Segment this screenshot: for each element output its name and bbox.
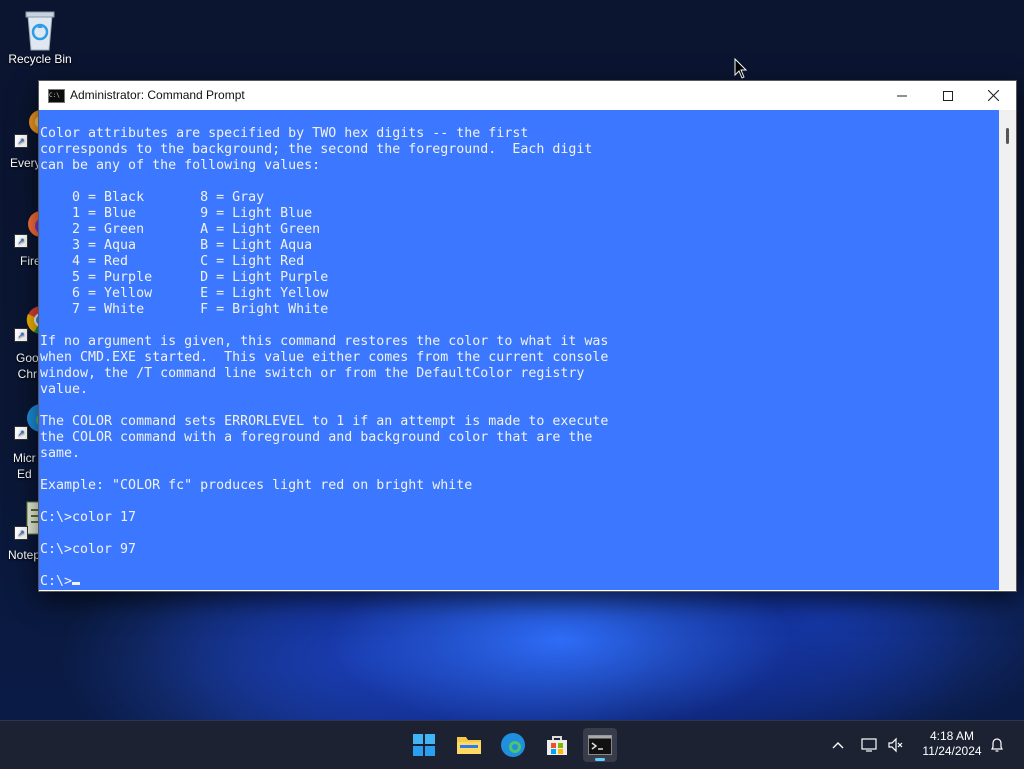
window-title: Administrator: Command Prompt [70, 88, 245, 102]
command-prompt-window[interactable]: C:\ Administrator: Command Prompt Color … [38, 80, 1017, 592]
console-line: when CMD.EXE started. This value either … [40, 350, 609, 365]
console-line: Example: "COLOR fc" produces light red o… [40, 478, 473, 493]
terminal-icon [588, 735, 612, 755]
desktop-icon-label: Micr Ed [13, 451, 36, 481]
volume-muted-icon [888, 737, 903, 753]
minimize-icon [897, 95, 907, 96]
shortcut-arrow-icon: ↗ [14, 426, 28, 440]
console-line: 4 = Red C = Light Red [40, 254, 305, 269]
taskbar-command-prompt[interactable] [583, 728, 617, 762]
desktop-icon-edge[interactable]: ↗ Micr Ed [0, 400, 55, 481]
desktop-icon-label: Every [10, 156, 41, 170]
active-app-indicator [595, 758, 605, 761]
desktop-icon-everything[interactable]: ↗ Every [0, 108, 53, 170]
console-line: If no argument is given, this command re… [40, 334, 609, 349]
clock-date: 11/24/2024 [922, 744, 982, 758]
console-line: C:\>color 17 [40, 510, 137, 525]
desktop-icon-label: Goo Chr [16, 351, 39, 381]
chevron-up-icon [832, 742, 844, 749]
terminal-icon: C:\ [48, 89, 65, 103]
shortcut-arrow-icon: ↗ [14, 134, 28, 148]
console-line: The COLOR command sets ERRORLEVEL to 1 i… [40, 414, 609, 429]
taskbar-microsoft-store[interactable] [540, 728, 574, 762]
console-line: 3 = Aqua B = Light Aqua [40, 238, 313, 253]
console-text: Color attributes are specified by TWO he… [40, 126, 608, 590]
close-button[interactable] [970, 81, 1016, 110]
desktop-icon-firefox[interactable]: ↗ Fire [0, 208, 54, 268]
desktop-icon-label: Recycle Bin [8, 52, 72, 66]
desktop-icon-label: Notep [8, 548, 41, 562]
scrollbar-thumb[interactable] [1006, 128, 1009, 144]
shortcut-arrow-icon: ↗ [14, 234, 28, 248]
network-button[interactable] [858, 721, 882, 769]
volume-button[interactable] [884, 721, 908, 769]
console-line: Color attributes are specified by TWO he… [40, 126, 529, 141]
notifications-button[interactable] [986, 721, 1008, 769]
show-hidden-icons-button[interactable] [826, 721, 850, 769]
console-line: window, the /T command line switch or fr… [40, 366, 585, 381]
recycle-bin-icon [20, 8, 60, 51]
desktop-icon-chrome[interactable]: ↗ Goo Chr [0, 302, 55, 381]
maximize-button[interactable] [925, 81, 971, 110]
console-line: corresponds to the background; the secon… [40, 142, 593, 157]
taskbar: 4:18 AM 11/24/2024 [0, 720, 1024, 769]
bell-icon [991, 738, 1003, 752]
vertical-scrollbar[interactable] [999, 110, 1016, 590]
console-line: can be any of the following values: [40, 158, 321, 173]
title-bar[interactable]: C:\ Administrator: Command Prompt [39, 81, 1016, 110]
console-line: 7 = White F = Bright White [40, 302, 329, 317]
mouse-cursor-icon [734, 58, 748, 79]
folder-icon [457, 737, 481, 754]
taskbar-clock[interactable]: 4:18 AM 11/24/2024 [912, 729, 992, 759]
console-line: same. [40, 446, 81, 461]
console-line: 5 = Purple D = Light Purple [40, 270, 329, 285]
console-output[interactable]: Color attributes are specified by TWO he… [39, 110, 999, 590]
desktop-icon-notepad[interactable]: ↗ Notep [0, 500, 50, 562]
console-line: C:\>color 97 [40, 542, 137, 557]
desktop-icon-recycle-bin[interactable]: Recycle Bin [0, 8, 80, 66]
console-line: value. [40, 382, 89, 397]
shortcut-arrow-icon: ↗ [14, 328, 28, 342]
start-button[interactable] [407, 728, 441, 762]
store-icon [547, 736, 567, 755]
close-icon [987, 90, 999, 101]
windows-logo-icon [413, 734, 435, 756]
minimize-button[interactable] [879, 81, 925, 110]
clock-time: 4:18 AM [929, 729, 975, 743]
console-line: C:\> [40, 574, 608, 590]
console-line: 6 = Yellow E = Light Yellow [40, 286, 329, 301]
console-line: the COLOR command with a foreground and … [40, 430, 593, 445]
taskbar-file-explorer[interactable] [452, 728, 486, 762]
taskbar-edge[interactable] [496, 728, 530, 762]
shortcut-arrow-icon: ↗ [14, 526, 28, 540]
console-line: 0 = Black 8 = Gray [40, 190, 265, 205]
edge-icon [501, 733, 525, 757]
text-cursor [72, 582, 81, 585]
console-line: 1 = Blue 9 = Light Blue [40, 206, 313, 221]
maximize-icon [943, 90, 953, 101]
network-icon [861, 738, 877, 752]
console-line: 2 = Green A = Light Green [40, 222, 321, 237]
